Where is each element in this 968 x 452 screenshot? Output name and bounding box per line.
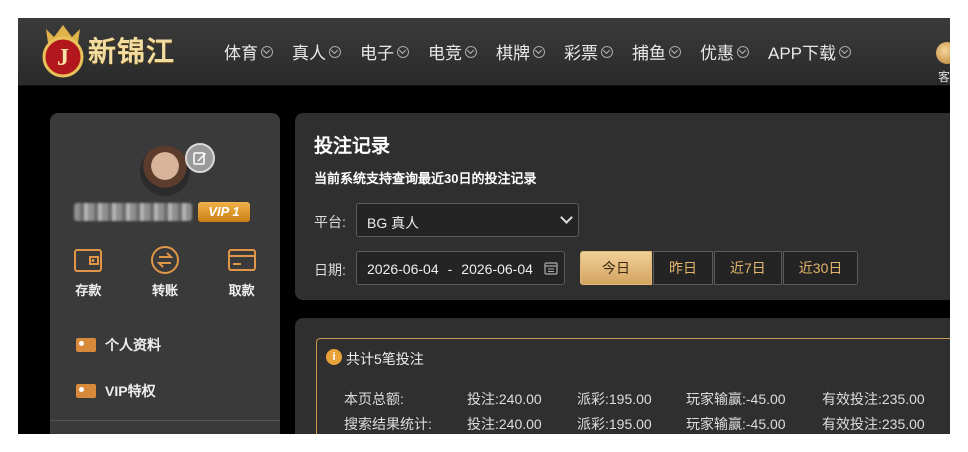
bet-total: 投注:240.00 xyxy=(467,391,542,407)
bet-total: 投注:240.00 xyxy=(467,416,542,432)
date-label: 日期: xyxy=(314,262,346,278)
nav-label: 真人 xyxy=(292,44,326,63)
vip-level-badge: VIP 1 xyxy=(198,202,250,222)
quick-range-buttons: 今日 昨日 近7日 近30日 xyxy=(580,251,859,285)
vip-card-icon xyxy=(76,384,96,398)
chevron-down-icon xyxy=(397,45,409,58)
brand-logo[interactable]: J xyxy=(36,23,90,79)
nav-item-cards[interactable]: 棋牌 xyxy=(496,39,545,64)
id-card-icon xyxy=(76,338,96,352)
date-start: 2026-06-04 xyxy=(367,261,439,277)
avatar xyxy=(140,146,190,196)
nav-item-esports[interactable]: 电竞 xyxy=(428,39,477,64)
sidebar-item-label: VIP特权 xyxy=(105,383,156,399)
sidebar-item-label: 个人资料 xyxy=(105,337,161,353)
summary-row-search: 搜索结果统计: 投注:240.00 派彩:195.00 玩家输赢:-45.00 … xyxy=(344,414,950,434)
nav-item-promotions[interactable]: 优惠 xyxy=(700,39,749,64)
brand-name: 新锦江 xyxy=(88,36,176,67)
platform-value: BG 真人 xyxy=(367,215,420,231)
top-nav-bar: J 新锦江 体育 真人 电子 电竞 棋牌 彩票 捕鱼 优惠 APP下载 客 xyxy=(18,18,950,86)
nav-label: 棋牌 xyxy=(496,44,530,63)
chevron-down-icon xyxy=(839,45,852,58)
row-label: 搜索结果统计: xyxy=(344,416,432,432)
winloss-total: 玩家输赢:-45.00 xyxy=(686,391,786,407)
bet-records-panel: 投注记录 当前系统支持查询最近30日的投注记录 平台: BG 真人 日期: 20… xyxy=(295,113,950,300)
sidebar-item-vip[interactable]: VIP特权 xyxy=(76,381,156,401)
wallet-actions: 存款 转账 取款 xyxy=(50,245,280,299)
edit-icon xyxy=(193,152,206,165)
deposit-label: 存款 xyxy=(75,283,102,298)
info-icon: i xyxy=(326,349,342,365)
username-masked xyxy=(74,203,192,221)
summary-row-page: 本页总额: 投注:240.00 派彩:195.00 玩家输赢:-45.00 有效… xyxy=(344,389,950,409)
chevron-down-icon xyxy=(533,45,545,58)
card-icon xyxy=(227,249,256,271)
user-sidebar: VIP 1 存款 转账 取款 个人资料 VIP特权 xyxy=(50,113,280,434)
withdraw-label: 取款 xyxy=(228,283,255,298)
nav-item-fishing[interactable]: 捕鱼 xyxy=(632,39,681,64)
valid-bet-total: 有效投注:235.00 xyxy=(822,416,925,432)
chevron-down-icon xyxy=(261,45,273,58)
nav-item-live[interactable]: 真人 xyxy=(292,39,341,64)
range-30days-button[interactable]: 近30日 xyxy=(782,251,859,285)
calendar-icon xyxy=(544,262,558,275)
chevron-down-icon xyxy=(737,45,749,58)
wallet-icon xyxy=(74,249,103,272)
winloss-total: 玩家输赢:-45.00 xyxy=(686,416,786,432)
range-yesterday-button[interactable]: 昨日 xyxy=(653,251,713,285)
chevron-down-icon xyxy=(669,45,681,58)
platform-select[interactable]: BG 真人 xyxy=(356,203,579,237)
nav-item-sports[interactable]: 体育 xyxy=(224,39,273,64)
page-subtitle: 当前系统支持查询最近30日的投注记录 xyxy=(314,171,537,186)
nav-label: 彩票 xyxy=(564,44,598,63)
nav-item-lottery[interactable]: 彩票 xyxy=(564,39,613,64)
edit-profile-button[interactable] xyxy=(185,143,215,173)
nav-label: 电子 xyxy=(360,44,394,63)
bet-count: 共计5笔投注 xyxy=(346,351,424,367)
nav-label: 体育 xyxy=(224,44,258,63)
date-end: 2026-06-04 xyxy=(461,261,533,277)
date-separator: - xyxy=(447,261,453,277)
nav-item-slots[interactable]: 电子 xyxy=(360,39,409,64)
valid-bet-total: 有效投注:235.00 xyxy=(822,391,925,407)
chevron-down-icon xyxy=(329,45,341,58)
range-7days-button[interactable]: 近7日 xyxy=(714,251,782,285)
bet-summary-panel: i 共计5笔投注 本页总额: 投注:240.00 派彩:195.00 玩家输赢:… xyxy=(295,318,950,434)
withdraw-button[interactable]: 取款 xyxy=(212,245,272,299)
page-title: 投注记录 xyxy=(314,136,391,157)
main-nav: 体育 真人 电子 电竞 棋牌 彩票 捕鱼 优惠 APP下载 xyxy=(224,18,870,85)
customer-service-label[interactable]: 客 xyxy=(938,68,950,85)
nav-item-app-download[interactable]: APP下载 xyxy=(768,39,852,64)
platform-label: 平台: xyxy=(314,214,346,230)
chevron-down-icon xyxy=(465,45,477,58)
nav-label: 电竞 xyxy=(428,44,462,63)
sidebar-item-profile[interactable]: 个人资料 xyxy=(76,335,161,355)
range-today-button[interactable]: 今日 xyxy=(580,251,652,285)
payout-total: 派彩:195.00 xyxy=(577,416,652,432)
date-range-picker[interactable]: 2026-06-04-2026-06-04 xyxy=(356,251,565,285)
summary-notice: i 共计5笔投注 本页总额: 投注:240.00 派彩:195.00 玩家输赢:… xyxy=(316,338,950,434)
sidebar-divider xyxy=(50,420,280,421)
chevron-down-icon xyxy=(560,211,573,224)
nav-label: 优惠 xyxy=(700,44,734,63)
nav-label: APP下载 xyxy=(768,44,837,63)
transfer-button[interactable]: 转账 xyxy=(135,245,195,299)
app-window: J 新锦江 体育 真人 电子 电竞 棋牌 彩票 捕鱼 优惠 APP下载 客 VI… xyxy=(18,18,950,434)
row-label: 本页总额: xyxy=(344,391,404,407)
customer-service-icon[interactable] xyxy=(936,42,950,64)
payout-total: 派彩:195.00 xyxy=(577,391,652,407)
svg-text:J: J xyxy=(57,45,69,71)
transfer-label: 转账 xyxy=(151,283,178,298)
nav-label: 捕鱼 xyxy=(632,44,666,63)
deposit-button[interactable]: 存款 xyxy=(58,245,118,299)
chevron-down-icon xyxy=(601,45,613,58)
transfer-icon xyxy=(150,246,179,274)
